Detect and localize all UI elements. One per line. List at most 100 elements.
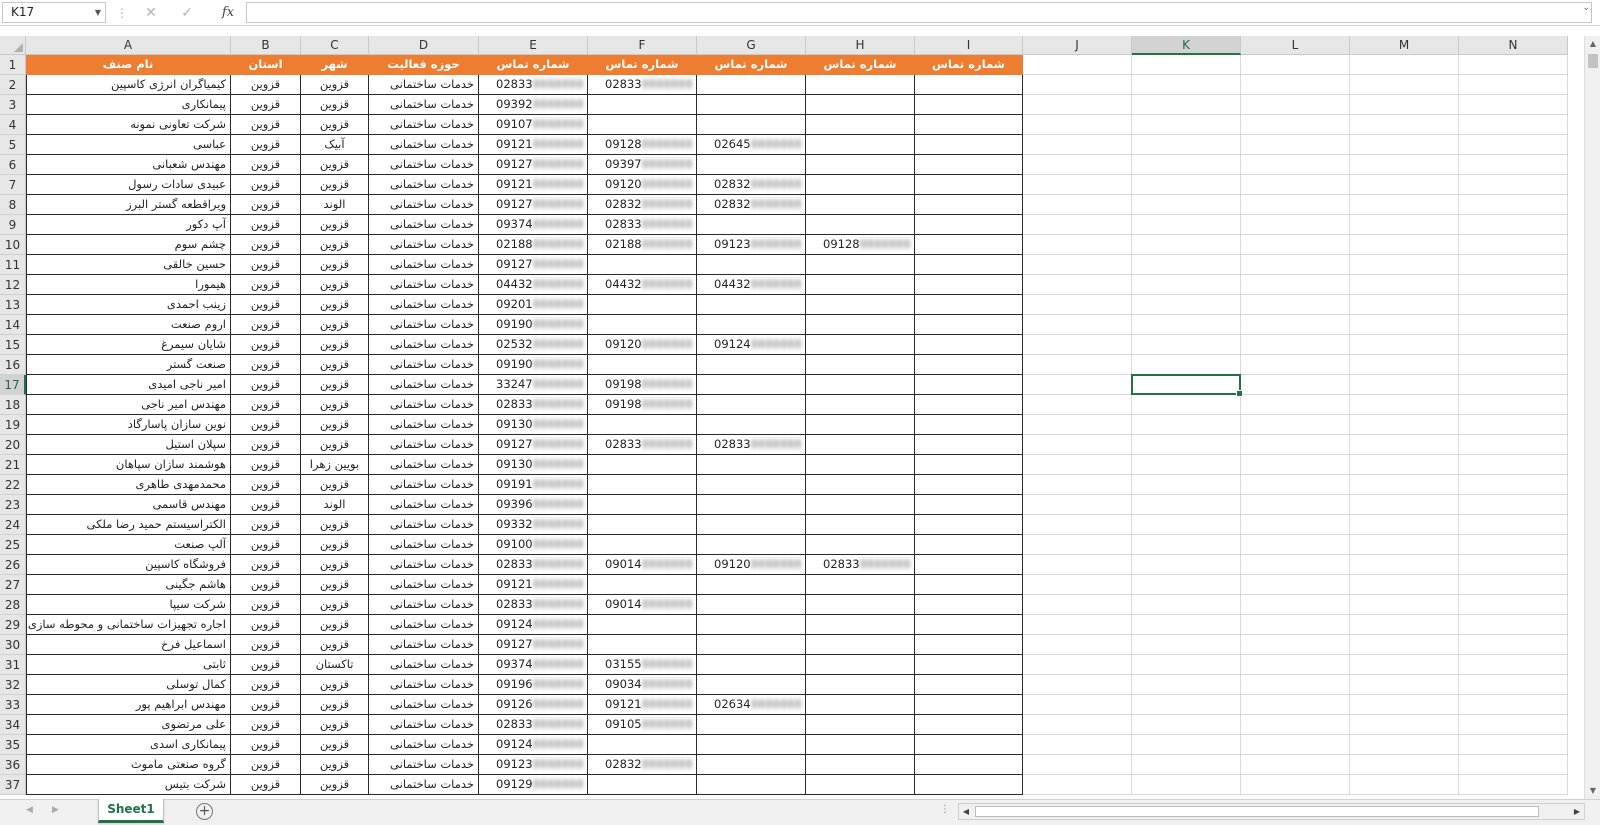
cell-a[interactable]: سپلان استیل — [26, 435, 231, 455]
header-cell-c[interactable]: شهر — [301, 55, 369, 75]
cell-m[interactable] — [1350, 635, 1459, 655]
cell-h[interactable] — [806, 255, 915, 275]
cell-n[interactable] — [1459, 95, 1568, 115]
cell-m[interactable] — [1350, 555, 1459, 575]
cell-k[interactable] — [1132, 295, 1241, 315]
cell-c[interactable]: قزوین — [301, 255, 369, 275]
cell-c[interactable]: قزوین — [301, 435, 369, 455]
cell-l[interactable] — [1241, 255, 1350, 275]
cell-l[interactable] — [1241, 535, 1350, 555]
cell-c[interactable]: قزوین — [301, 755, 369, 775]
cell-g[interactable]: 028338888888 — [697, 435, 806, 455]
cell-g[interactable] — [697, 715, 806, 735]
cell-i[interactable] — [915, 275, 1023, 295]
cell-c[interactable]: قزوین — [301, 775, 369, 795]
cell-k[interactable] — [1132, 555, 1241, 575]
cell-a[interactable]: ثابتی — [26, 655, 231, 675]
row-header[interactable]: 21 — [0, 455, 26, 475]
cell-g[interactable] — [697, 155, 806, 175]
cell-f[interactable]: 091058888888 — [588, 715, 697, 735]
cell-l[interactable] — [1241, 135, 1350, 155]
cell-d[interactable]: خدمات ساختمانی — [369, 475, 479, 495]
cell-d[interactable]: خدمات ساختمانی — [369, 595, 479, 615]
cell-n[interactable] — [1459, 755, 1568, 775]
cell-f[interactable] — [588, 415, 697, 435]
cell-l[interactable] — [1241, 55, 1350, 75]
cell-d[interactable]: خدمات ساختمانی — [369, 115, 479, 135]
cell-a[interactable]: هاشم جگینی — [26, 575, 231, 595]
cell-i[interactable] — [915, 575, 1023, 595]
cell-h[interactable] — [806, 595, 915, 615]
cell-j[interactable] — [1023, 415, 1132, 435]
cell-j[interactable] — [1023, 255, 1132, 275]
cell-c[interactable]: قزوین — [301, 155, 369, 175]
cell-k[interactable] — [1132, 235, 1241, 255]
header-cell-h[interactable]: شماره تماس — [806, 55, 915, 75]
scroll-up-icon[interactable]: ▲ — [1585, 36, 1600, 52]
cell-e[interactable]: 028338888888 — [479, 715, 588, 735]
cell-j[interactable] — [1023, 435, 1132, 455]
cell-l[interactable] — [1241, 455, 1350, 475]
cell-h[interactable] — [806, 635, 915, 655]
cell-j[interactable] — [1023, 635, 1132, 655]
plus-circle-icon[interactable]: + — [196, 803, 213, 820]
cell-f[interactable] — [588, 495, 697, 515]
cell-e[interactable]: 332478888888 — [479, 375, 588, 395]
cell-h[interactable] — [806, 155, 915, 175]
cell-l[interactable] — [1241, 215, 1350, 235]
cell-f[interactable] — [588, 95, 697, 115]
cell-b[interactable]: قزوین — [231, 255, 301, 275]
cell-d[interactable]: خدمات ساختمانی — [369, 455, 479, 475]
cell-e[interactable]: 028338888888 — [479, 395, 588, 415]
cell-j[interactable] — [1023, 155, 1132, 175]
cell-h[interactable] — [806, 495, 915, 515]
cell-c[interactable]: قزوین — [301, 395, 369, 415]
cell-a[interactable]: امیر ناجی امیدی — [26, 375, 231, 395]
row-header[interactable]: 19 — [0, 415, 26, 435]
cell-h[interactable] — [806, 175, 915, 195]
cell-b[interactable]: قزوین — [231, 655, 301, 675]
column-header-i[interactable]: I — [915, 36, 1023, 55]
cell-f[interactable]: 044328888888 — [588, 275, 697, 295]
row-header[interactable]: 13 — [0, 295, 26, 315]
cell-e[interactable]: 091298888888 — [479, 775, 588, 795]
cell-i[interactable] — [915, 355, 1023, 375]
cell-n[interactable] — [1459, 175, 1568, 195]
cell-k[interactable] — [1132, 655, 1241, 675]
cell-m[interactable] — [1350, 515, 1459, 535]
cell-g[interactable] — [697, 455, 806, 475]
cell-c[interactable]: قزوین — [301, 475, 369, 495]
column-header-h[interactable]: H — [806, 36, 915, 55]
cell-b[interactable]: قزوین — [231, 575, 301, 595]
cell-a[interactable]: الکتراسیستم حمید رضا ملکی — [26, 515, 231, 535]
cell-g[interactable] — [697, 395, 806, 415]
cell-m[interactable] — [1350, 275, 1459, 295]
cell-i[interactable] — [915, 215, 1023, 235]
cell-b[interactable]: قزوین — [231, 235, 301, 255]
cell-c[interactable]: قزوین — [301, 555, 369, 575]
cell-c[interactable]: قزوین — [301, 515, 369, 535]
row-header[interactable]: 14 — [0, 315, 26, 335]
cell-d[interactable]: خدمات ساختمانی — [369, 155, 479, 175]
cell-e[interactable]: 091268888888 — [479, 695, 588, 715]
row-header[interactable]: 8 — [0, 195, 26, 215]
cell-m[interactable] — [1350, 115, 1459, 135]
cell-e[interactable]: 091278888888 — [479, 435, 588, 455]
column-header-a[interactable]: A — [26, 36, 231, 55]
cell-d[interactable]: خدمات ساختمانی — [369, 635, 479, 655]
cell-d[interactable]: خدمات ساختمانی — [369, 415, 479, 435]
cell-g[interactable]: 091238888888 — [697, 235, 806, 255]
row-header[interactable]: 7 — [0, 175, 26, 195]
cell-a[interactable]: محمدمهدی طاهری — [26, 475, 231, 495]
cell-f[interactable]: 021888888888 — [588, 235, 697, 255]
cell-g[interactable] — [697, 535, 806, 555]
header-cell-b[interactable]: استان — [231, 55, 301, 75]
cell-k[interactable] — [1132, 495, 1241, 515]
cell-k[interactable] — [1132, 575, 1241, 595]
cell-d[interactable]: خدمات ساختمانی — [369, 695, 479, 715]
cell-b[interactable]: قزوین — [231, 335, 301, 355]
cell-k[interactable] — [1132, 595, 1241, 615]
column-header-f[interactable]: F — [588, 36, 697, 55]
cell-n[interactable] — [1459, 375, 1568, 395]
cell-k[interactable] — [1132, 315, 1241, 335]
